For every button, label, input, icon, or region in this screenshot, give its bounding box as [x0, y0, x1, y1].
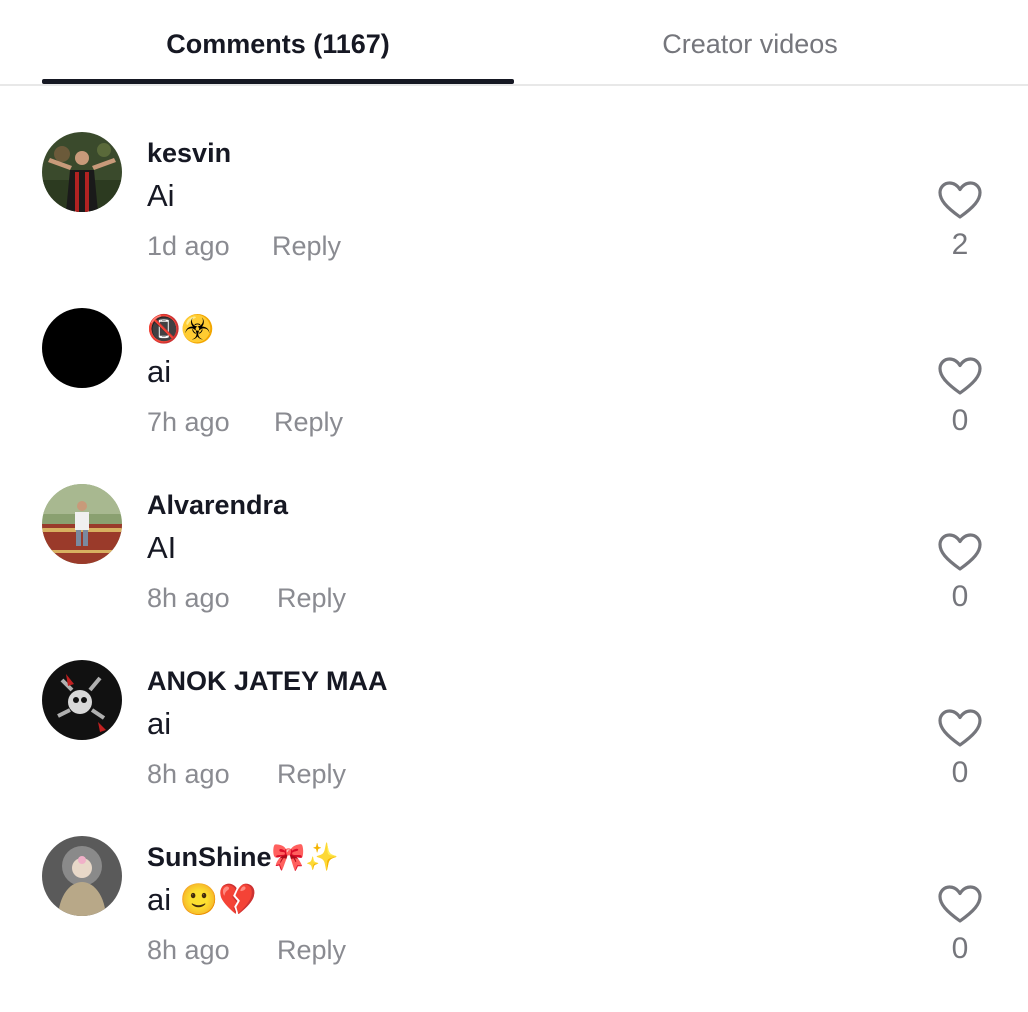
comment-username[interactable]: Alvarendra — [147, 487, 288, 523]
like-count: 0 — [951, 580, 969, 613]
active-tab-indicator — [42, 79, 514, 84]
tab-bar: Comments (1167) Creator videos — [0, 0, 1028, 86]
comment-item: 📵☣️ ai 7h ago Reply 0 — [0, 308, 1028, 484]
tab-creator-videos[interactable]: Creator videos — [514, 26, 986, 62]
heart-outline-icon[interactable] — [936, 884, 984, 924]
comment-item: SunShine🎀✨ ai 🙂💔 8h ago Reply 0 — [0, 836, 1028, 1012]
heart-outline-icon[interactable] — [936, 708, 984, 748]
comment-timestamp: 8h ago — [147, 759, 230, 789]
reply-button[interactable]: Reply — [277, 756, 346, 792]
avatar[interactable] — [42, 308, 122, 388]
comment-username[interactable]: SunShine🎀✨ — [147, 839, 339, 875]
reply-button[interactable]: Reply — [277, 932, 346, 968]
reply-button[interactable]: Reply — [272, 228, 341, 264]
comment-text: ai — [147, 706, 172, 741]
reply-button[interactable]: Reply — [274, 404, 343, 440]
like-count: 0 — [951, 756, 969, 789]
comment-item: kesvin Ai 1d ago Reply 2 — [0, 132, 1028, 308]
comment-timestamp: 7h ago — [147, 407, 230, 437]
comment-timestamp: 8h ago — [147, 935, 230, 965]
avatar[interactable] — [42, 132, 122, 212]
comment-timestamp: 8h ago — [147, 583, 230, 613]
tab-comments[interactable]: Comments (1167) — [42, 26, 514, 62]
like-count: 0 — [951, 404, 969, 437]
comment-username[interactable]: ANOK JATEY MAA — [147, 663, 388, 699]
heart-outline-icon[interactable] — [936, 356, 984, 396]
heart-outline-icon[interactable] — [936, 532, 984, 572]
comment-text: ai — [147, 354, 172, 389]
comment-item: ANOK JATEY MAA ai 8h ago Reply 0 — [0, 660, 1028, 836]
comment-text: ai 🙂💔 — [147, 882, 257, 917]
like-count: 2 — [951, 228, 969, 261]
avatar[interactable] — [42, 484, 122, 564]
avatar[interactable] — [42, 660, 122, 740]
heart-outline-icon[interactable] — [936, 180, 984, 220]
comment-text: Ai — [147, 178, 175, 213]
comment-text: AI — [147, 530, 177, 565]
avatar[interactable] — [42, 836, 122, 916]
comment-username[interactable]: 📵☣️ — [147, 311, 214, 347]
comment-item: Alvarendra AI 8h ago Reply 0 — [0, 484, 1028, 660]
reply-button[interactable]: Reply — [277, 580, 346, 616]
like-count: 0 — [951, 932, 969, 965]
comment-timestamp: 1d ago — [147, 231, 230, 261]
comment-username[interactable]: kesvin — [147, 135, 231, 171]
